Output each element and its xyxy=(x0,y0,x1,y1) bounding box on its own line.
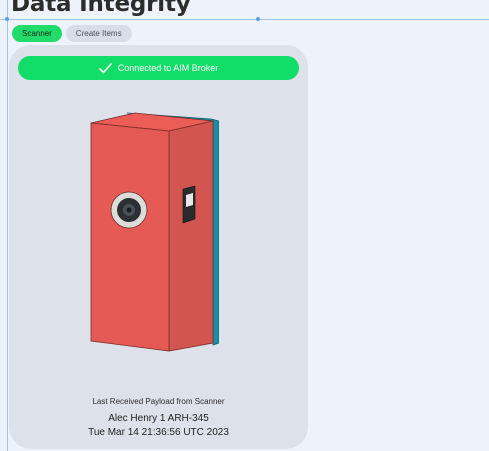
tab-create-items[interactable]: Create Items xyxy=(65,25,132,42)
guide-handle[interactable] xyxy=(5,17,9,21)
scanner-device-image xyxy=(90,112,219,352)
connection-status-banner: Connected to AIM Broker xyxy=(18,56,299,80)
guide-handle[interactable] xyxy=(256,17,260,21)
connection-status-text: Connected to AIM Broker xyxy=(117,63,219,73)
payload-label: Last Received Payload from Scanner xyxy=(92,397,225,406)
payload-timestamp: Tue Mar 14 21:36:56 UTC 2023 xyxy=(88,427,229,438)
page-title: Data Integrity xyxy=(11,0,191,17)
layout-guide-horizontal xyxy=(0,19,489,20)
scanner-card: Connected to AIM Broker Last Received Pa… xyxy=(9,45,308,449)
tab-scanner[interactable]: Scanner xyxy=(12,25,62,42)
payload-value: Alec Henry 1 ARH-345 xyxy=(108,413,209,424)
app-page: Data Integrity Scanner Create Items Conn… xyxy=(0,0,489,451)
layout-guide-vertical xyxy=(7,0,8,451)
tab-bar: Scanner Create Items xyxy=(12,25,132,42)
checkmark-icon xyxy=(98,62,112,73)
